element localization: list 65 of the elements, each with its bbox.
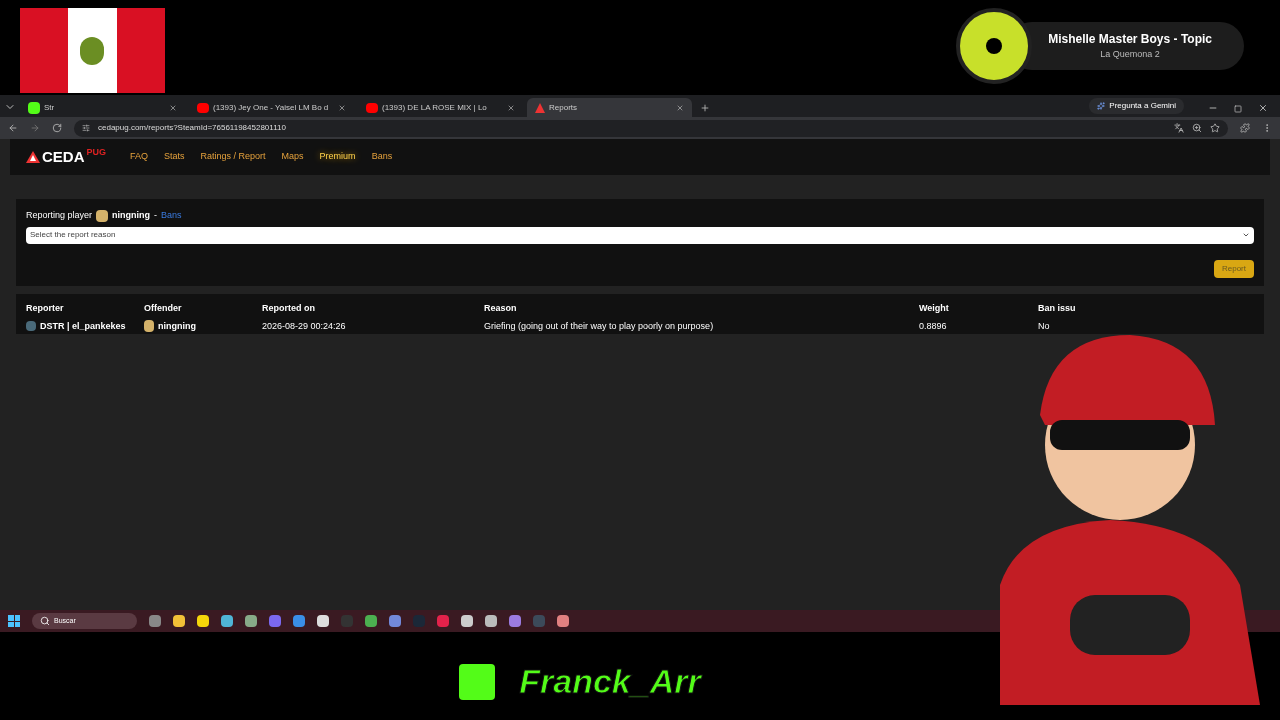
sparkle-icon (1097, 102, 1106, 110)
taskbar-app-icon[interactable] (389, 615, 401, 627)
browser-tab[interactable]: (1393) DE LA ROSE MIX | Lo (358, 98, 523, 117)
song-title: La Quemona 2 (1100, 48, 1160, 62)
translate-icon[interactable] (1174, 123, 1184, 133)
browser-tab[interactable]: Str (20, 98, 185, 117)
song-artist: Mishelle Master Boys - Topic (1048, 31, 1212, 49)
table-cell: ningning (158, 319, 196, 333)
taskbar-app-icon[interactable] (461, 615, 473, 627)
taskbar-app-icon[interactable] (221, 615, 233, 627)
address-field[interactable]: cedapug.com/reports?SteamId=76561198452801110 (74, 119, 1228, 137)
close-icon[interactable] (507, 103, 515, 112)
extensions-icon[interactable] (1240, 123, 1250, 133)
column-header: Offender (144, 302, 183, 315)
taskbar-app-icon[interactable] (509, 615, 521, 627)
nav-link[interactable]: Ratings / Report (200, 150, 266, 164)
column-header: Weight (919, 302, 950, 315)
close-window-icon[interactable] (1258, 103, 1268, 113)
browser-tab[interactable]: Reports (527, 98, 692, 117)
taskbar-app-icon[interactable] (197, 615, 209, 627)
taskbar-app-icon[interactable] (245, 615, 257, 627)
back-icon[interactable] (8, 123, 18, 133)
taskbar-app-icon[interactable] (557, 615, 569, 627)
bookmark-star-icon[interactable] (1210, 123, 1220, 133)
reporter-avatar-icon (26, 321, 36, 332)
nav-link[interactable]: Bans (371, 150, 393, 164)
table-cell-text: Griefing (going out of their way to play poorly on purpose) (484, 319, 715, 333)
form-label: Reporting player (26, 209, 93, 222)
nav-link[interactable]: Stats (164, 150, 185, 164)
column-header: Reporter (26, 302, 65, 315)
search-icon (40, 616, 50, 626)
player-avatar-icon (96, 209, 109, 222)
table-cell-text: 2026-08-29 00:24:26 (262, 319, 347, 333)
browser-tab[interactable]: (1393) Jey One - Yaisel LM Bo d (189, 98, 354, 117)
taskbar-app-icon[interactable] (173, 615, 185, 627)
taskbar-app-icon[interactable] (293, 615, 305, 627)
nav-link[interactable]: FAQ (130, 150, 149, 164)
close-icon[interactable] (169, 103, 177, 112)
chevron-down-icon (1242, 231, 1250, 239)
column-header: Reason (484, 302, 518, 315)
windows-start-icon[interactable] (8, 615, 20, 627)
taskbar-app-icon[interactable] (317, 615, 329, 627)
nav-link[interactable]: Premium (319, 150, 356, 164)
close-icon[interactable] (338, 103, 346, 112)
separator-text: - (154, 209, 158, 222)
new-tab-icon[interactable] (700, 103, 710, 113)
site-settings-icon[interactable] (82, 124, 90, 132)
taskbar-app-icon[interactable] (365, 615, 377, 627)
gemini-button[interactable]: Pregunta a Gemini (1089, 98, 1184, 114)
close-icon[interactable] (676, 103, 684, 112)
table-cell-text: No (1038, 319, 1051, 333)
column-header: Reported on (262, 302, 316, 315)
restore-icon[interactable] (1234, 105, 1242, 113)
reason-select[interactable]: Select the report reason (26, 226, 1254, 244)
column-header: Ban issu (1038, 302, 1077, 315)
taskbar-app-icon[interactable] (485, 615, 497, 627)
streamer-name: Franck_Arr (519, 661, 701, 702)
table-cell: DSTR | el_pankekes (40, 319, 126, 333)
zoom-icon[interactable] (1192, 123, 1202, 133)
player-name: ningning (112, 209, 151, 222)
offender-avatar-icon (144, 320, 154, 333)
table-cell-text: 0.8896 (919, 319, 948, 333)
bans-link[interactable]: Bans (161, 209, 182, 223)
reload-icon[interactable] (52, 123, 62, 133)
nav-link[interactable]: Maps (281, 150, 304, 164)
